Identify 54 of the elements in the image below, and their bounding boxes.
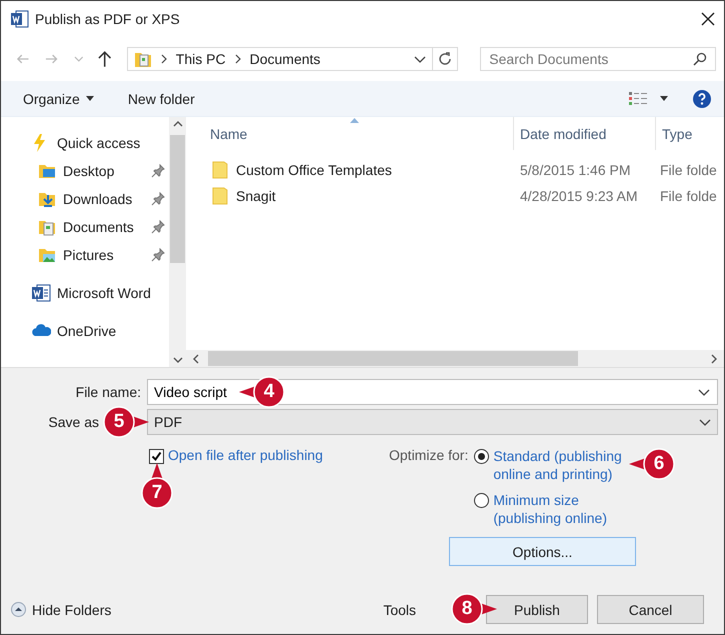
refresh-icon[interactable] [437, 50, 454, 66]
new-folder-button[interactable]: New folder [120, 86, 203, 110]
checkbox[interactable] [149, 449, 164, 464]
column-header[interactable]: Name [210, 126, 248, 142]
hide-folders-button[interactable]: Hide Folders [11, 595, 112, 624]
up-arrow-icon[interactable] [97, 50, 113, 68]
sidebar-item[interactable]: OneDrive [57, 323, 116, 339]
sidebar-item[interactable]: Microsoft Word [57, 285, 151, 301]
caret-icon [86, 96, 94, 101]
checkbox-label[interactable]: Open file after publishing [168, 447, 323, 463]
column-header[interactable]: Date modified [520, 126, 606, 142]
sidebar-item[interactable]: Documents [63, 219, 134, 235]
cancel-button[interactable]: Cancel [597, 595, 704, 624]
radio-button[interactable] [474, 493, 490, 508]
file-name[interactable]: Snagit [236, 188, 276, 204]
window-title: Publish as PDF or XPS [35, 10, 181, 26]
chevron-right-icon [234, 52, 242, 64]
file-name[interactable]: Custom Office Templates [236, 162, 392, 178]
radio-label[interactable]: Minimum size (publishing online) [493, 491, 638, 527]
scrollbar-thumb[interactable] [208, 351, 578, 366]
sidebar-item[interactable]: Desktop [63, 163, 114, 179]
sidebar-item[interactable]: Pictures [63, 247, 114, 263]
caret-icon[interactable] [660, 96, 668, 101]
table-cell: File folde [660, 162, 717, 178]
breadcrumb[interactable]: Documents [250, 50, 320, 66]
folder-icon [212, 161, 228, 179]
options-button[interactable]: Options... [449, 537, 636, 566]
search-icon [693, 52, 707, 66]
tools-menu[interactable]: Tools [383, 602, 416, 618]
help-icon[interactable] [692, 88, 712, 108]
folder-icon [212, 187, 228, 205]
field-label: Save as [48, 414, 99, 430]
sidebar-item[interactable]: Downloads [63, 191, 132, 207]
search-field[interactable]: Search Documents [480, 46, 716, 70]
collapse-icon [11, 602, 26, 617]
view-options-icon[interactable] [628, 90, 648, 106]
close-icon[interactable] [700, 10, 716, 26]
table-cell: File folde [660, 188, 717, 204]
dropdown[interactable]: PDF [147, 409, 718, 435]
table-cell: 5/8/2015 1:46 PM [520, 162, 631, 178]
breadcrumb[interactable]: This PC [176, 50, 226, 66]
sidebar-item[interactable]: Quick access [57, 135, 140, 151]
table-cell: 4/28/2015 9:23 AM [520, 188, 638, 204]
organize-button[interactable]: Organize [15, 86, 102, 110]
publish-button[interactable]: Publish [486, 595, 588, 624]
chevron-right-icon [160, 52, 168, 64]
column-header[interactable]: Type [662, 126, 692, 142]
word-icon [31, 283, 51, 303]
scrollbar-thumb[interactable] [170, 135, 185, 263]
address-bar[interactable]: This PC Documents [126, 46, 434, 70]
field-label: File name: [76, 384, 141, 400]
word-icon [11, 10, 29, 28]
field-label: Optimize for: [389, 447, 468, 465]
radio-button[interactable] [474, 449, 490, 464]
